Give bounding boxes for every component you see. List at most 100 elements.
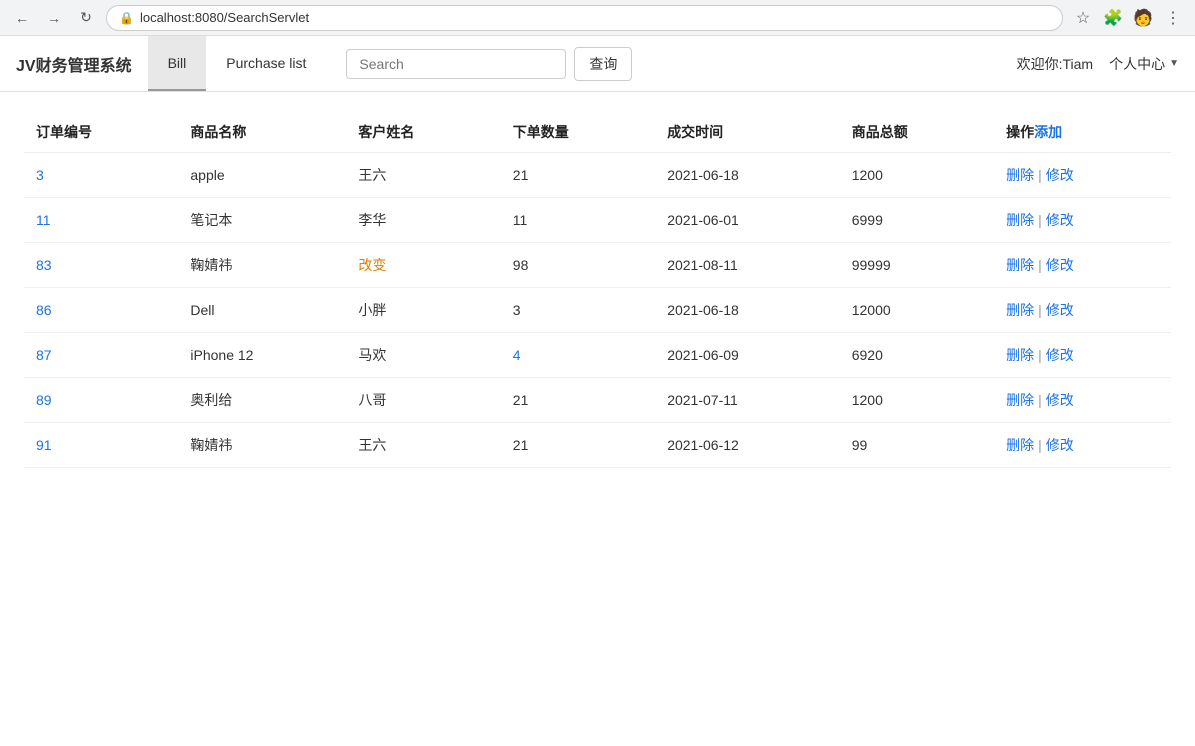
browser-chrome: ← → ↻ 🔒 localhost:8080/SearchServlet ☆ 🧩… xyxy=(0,0,1195,36)
cell-action: 删除 | 修改 xyxy=(994,423,1171,468)
action-separator: | xyxy=(1038,257,1042,273)
user-center-menu[interactable]: 个人中心 ▼ xyxy=(1109,54,1179,74)
table-row: 83 鞠婧祎 改变 98 2021-08-11 99999 删除 | 修改 xyxy=(24,243,1171,288)
edit-button[interactable]: 修改 xyxy=(1046,435,1074,455)
cell-total: 6920 xyxy=(840,333,994,378)
cell-deal-time: 2021-08-11 xyxy=(655,243,840,288)
cell-quantity: 11 xyxy=(501,198,655,243)
col-customer-name: 客户姓名 xyxy=(346,112,500,153)
col-order-id: 订单编号 xyxy=(24,112,178,153)
cell-order-id: 87 xyxy=(24,333,178,378)
action-separator: | xyxy=(1038,392,1042,408)
delete-button[interactable]: 删除 xyxy=(1006,300,1034,320)
url-text: localhost:8080/SearchServlet xyxy=(140,10,309,25)
delete-button[interactable]: 删除 xyxy=(1006,345,1034,365)
cell-action: 删除 | 修改 xyxy=(994,198,1171,243)
browser-actions: ☆ 🧩 🧑 ⋮ xyxy=(1071,6,1185,30)
cell-action: 删除 | 修改 xyxy=(994,378,1171,423)
add-button[interactable]: 添加 xyxy=(1034,122,1062,142)
profile-avatar[interactable]: 🧑 xyxy=(1131,6,1155,30)
table-row: 86 Dell 小胖 3 2021-06-18 12000 删除 | 修改 xyxy=(24,288,1171,333)
cell-product-name: 奥利给 xyxy=(178,378,346,423)
edit-button[interactable]: 修改 xyxy=(1046,390,1074,410)
cell-action: 删除 | 修改 xyxy=(994,153,1171,198)
tab-purchase-list[interactable]: Purchase list xyxy=(206,36,326,91)
delete-button[interactable]: 删除 xyxy=(1006,210,1034,230)
extension-puzzle-icon[interactable]: 🧩 xyxy=(1101,6,1125,30)
table-body: 3 apple 王六 21 2021-06-18 1200 删除 | 修改 11… xyxy=(24,153,1171,468)
col-action: 操作 添加 xyxy=(994,112,1171,153)
cell-customer-name: 李华 xyxy=(346,198,500,243)
cell-action: 删除 | 修改 xyxy=(994,288,1171,333)
cell-order-id: 86 xyxy=(24,288,178,333)
cell-deal-time: 2021-06-09 xyxy=(655,333,840,378)
cell-total: 99999 xyxy=(840,243,994,288)
cell-action: 删除 | 修改 xyxy=(994,243,1171,288)
table-row: 3 apple 王六 21 2021-06-18 1200 删除 | 修改 xyxy=(24,153,1171,198)
secure-icon: 🔒 xyxy=(119,11,134,25)
col-total: 商品总额 xyxy=(840,112,994,153)
edit-button[interactable]: 修改 xyxy=(1046,255,1074,275)
table-header-row: 订单编号 商品名称 客户姓名 下单数量 成交时间 商品总额 操作 添加 xyxy=(24,112,1171,153)
url-bar[interactable]: 🔒 localhost:8080/SearchServlet xyxy=(106,5,1063,31)
main-content: 订单编号 商品名称 客户姓名 下单数量 成交时间 商品总额 操作 添加 3 ap… xyxy=(0,92,1195,488)
edit-button[interactable]: 修改 xyxy=(1046,165,1074,185)
cell-order-id: 91 xyxy=(24,423,178,468)
cell-product-name: 笔记本 xyxy=(178,198,346,243)
cell-customer-name: 王六 xyxy=(346,153,500,198)
refresh-button[interactable]: ↻ xyxy=(74,6,98,30)
col-product-name: 商品名称 xyxy=(178,112,346,153)
bookmark-icon[interactable]: ☆ xyxy=(1071,6,1095,30)
delete-button[interactable]: 删除 xyxy=(1006,255,1034,275)
cell-total: 1200 xyxy=(840,153,994,198)
action-separator: | xyxy=(1038,437,1042,453)
edit-button[interactable]: 修改 xyxy=(1046,300,1074,320)
cell-order-id: 3 xyxy=(24,153,178,198)
action-col-label: 操作 xyxy=(1006,122,1034,142)
cell-product-name: apple xyxy=(178,153,346,198)
back-button[interactable]: ← xyxy=(10,6,34,30)
cell-deal-time: 2021-06-01 xyxy=(655,198,840,243)
search-area: 查询 xyxy=(346,47,632,81)
action-separator: | xyxy=(1038,302,1042,318)
search-button[interactable]: 查询 xyxy=(574,47,632,81)
cell-deal-time: 2021-06-18 xyxy=(655,288,840,333)
action-separator: | xyxy=(1038,347,1042,363)
cell-total: 6999 xyxy=(840,198,994,243)
table-row: 11 笔记本 李华 11 2021-06-01 6999 删除 | 修改 xyxy=(24,198,1171,243)
col-deal-time: 成交时间 xyxy=(655,112,840,153)
table-row: 87 iPhone 12 马欢 4 2021-06-09 6920 删除 | 修… xyxy=(24,333,1171,378)
edit-button[interactable]: 修改 xyxy=(1046,345,1074,365)
cell-action: 删除 | 修改 xyxy=(994,333,1171,378)
cell-total: 1200 xyxy=(840,378,994,423)
welcome-text: 欢迎你:Tiam xyxy=(1017,54,1093,74)
cell-deal-time: 2021-06-12 xyxy=(655,423,840,468)
cell-order-id: 83 xyxy=(24,243,178,288)
cell-order-id: 11 xyxy=(24,198,178,243)
user-center-label: 个人中心 xyxy=(1109,54,1165,74)
delete-button[interactable]: 删除 xyxy=(1006,390,1034,410)
nav-tabs: Bill Purchase list xyxy=(148,36,327,91)
menu-icon[interactable]: ⋮ xyxy=(1161,6,1185,30)
cell-customer-name: 小胖 xyxy=(346,288,500,333)
search-input[interactable] xyxy=(346,49,566,79)
cell-order-id: 89 xyxy=(24,378,178,423)
table-row: 89 奥利给 八哥 21 2021-07-11 1200 删除 | 修改 xyxy=(24,378,1171,423)
action-separator: | xyxy=(1038,167,1042,183)
forward-button[interactable]: → xyxy=(42,6,66,30)
delete-button[interactable]: 删除 xyxy=(1006,165,1034,185)
dropdown-arrow-icon: ▼ xyxy=(1169,58,1179,69)
tab-bill[interactable]: Bill xyxy=(148,36,207,91)
cell-customer-name: 改变 xyxy=(346,243,500,288)
app-logo: JV财务管理系统 xyxy=(16,52,148,76)
cell-quantity: 3 xyxy=(501,288,655,333)
cell-quantity: 21 xyxy=(501,378,655,423)
cell-quantity: 21 xyxy=(501,153,655,198)
cell-total: 99 xyxy=(840,423,994,468)
cell-product-name: 鞠婧祎 xyxy=(178,243,346,288)
cell-quantity: 4 xyxy=(501,333,655,378)
delete-button[interactable]: 删除 xyxy=(1006,435,1034,455)
edit-button[interactable]: 修改 xyxy=(1046,210,1074,230)
cell-product-name: iPhone 12 xyxy=(178,333,346,378)
action-separator: | xyxy=(1038,212,1042,228)
